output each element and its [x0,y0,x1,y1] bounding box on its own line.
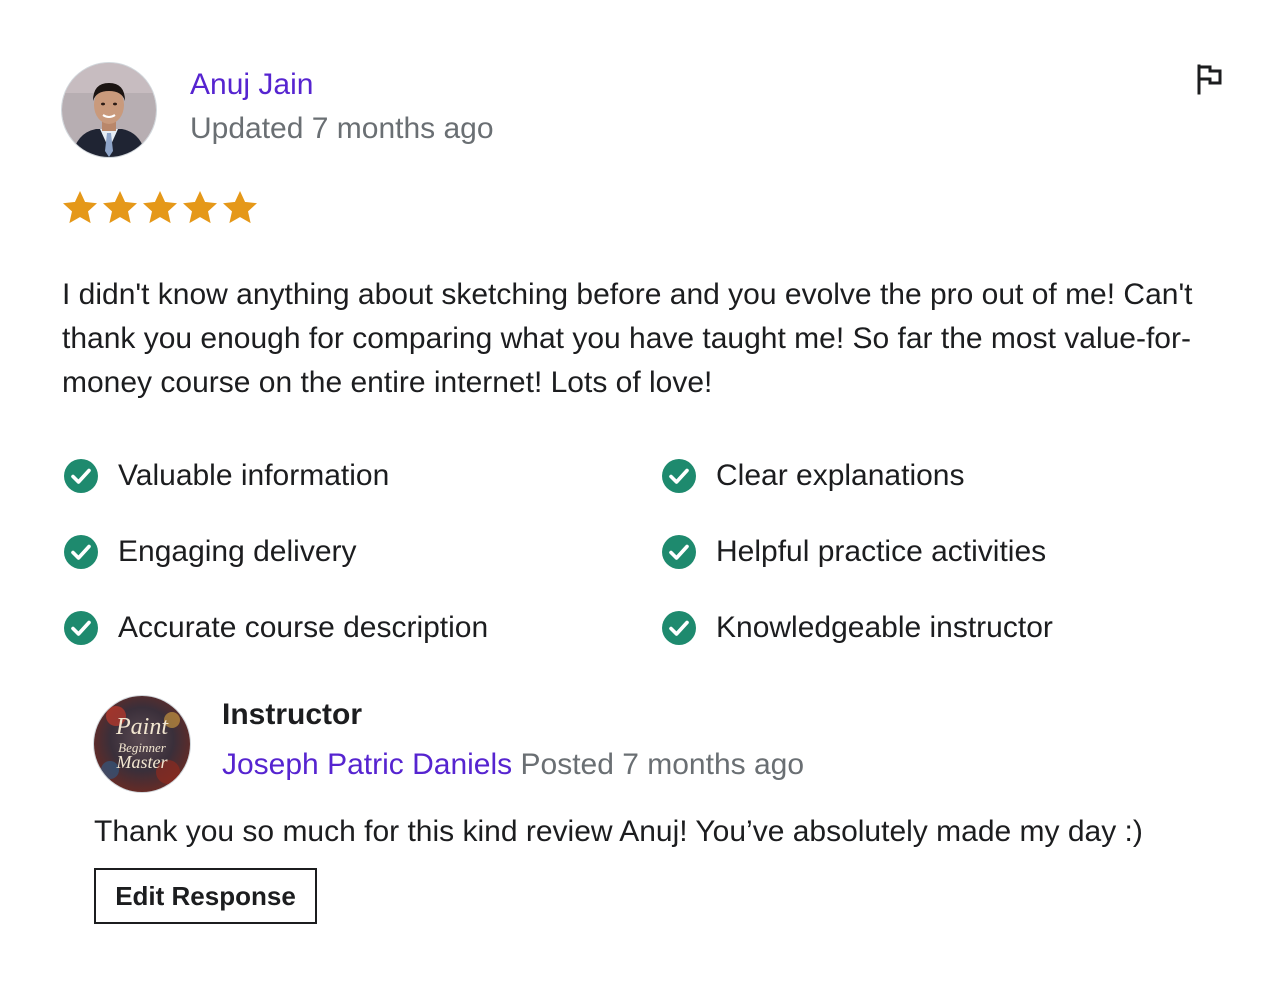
star-icon [183,190,217,224]
instructor-byline: Joseph Patric Daniels Posted 7 months ag… [222,746,804,784]
reviewer-photo [62,63,156,157]
feedback-item: Helpful practice activities [660,528,1232,576]
check-circle-icon [662,611,696,645]
feedback-label: Clear explanations [716,459,965,492]
instructor-avatar-line-3: Master [116,752,169,772]
instructor-avatar-image: Paint Beginner Master [94,696,190,792]
feedback-item: Engaging delivery [62,528,660,576]
feedback-item: Valuable information [62,452,660,500]
review-text: I didn't know anything about sketching b… [62,278,1193,399]
star-icon [143,190,177,224]
feedback-label: Valuable information [118,459,390,492]
review-timestamp: Updated 7 months ago [190,112,494,145]
check-circle-icon [662,535,696,569]
feedback-label: Engaging delivery [118,535,357,568]
check-circle-icon [64,611,98,645]
instructor-avatar[interactable]: Paint Beginner Master [94,696,190,792]
flag-icon[interactable] [1192,62,1226,96]
feedback-list: Valuable information Clear explanations En… [62,452,1232,652]
star-icon [223,190,257,224]
feedback-item: Clear explanations [660,452,1232,500]
star-icon [103,190,137,224]
star-icon [63,190,97,224]
check-circle-icon [64,459,98,493]
check-circle-icon [662,459,696,493]
feedback-item: Accurate course description [62,604,660,652]
response-text: Thank you so much for this kind review A… [94,815,1143,848]
instructor-avatar-line-1: Paint [115,714,169,740]
instructor-role: Instructor [222,698,363,731]
reviewer-avatar[interactable] [62,63,156,157]
review-card: Anuj Jain Updated 7 months ago I didn't … [0,0,1286,986]
feedback-label: Helpful practice activities [716,535,1047,568]
check-circle-icon [64,535,98,569]
edit-response-button[interactable]: Edit Response [94,868,317,924]
instructor-name-link[interactable]: Joseph Patric Daniels [222,748,512,781]
feedback-label: Accurate course description [118,611,489,644]
star-rating [62,190,258,226]
feedback-item: Knowledgeable instructor [660,604,1232,652]
reviewer-name-link[interactable]: Anuj Jain [190,66,313,104]
feedback-label: Knowledgeable instructor [716,611,1053,644]
response-timestamp: Posted 7 months ago [520,748,805,781]
